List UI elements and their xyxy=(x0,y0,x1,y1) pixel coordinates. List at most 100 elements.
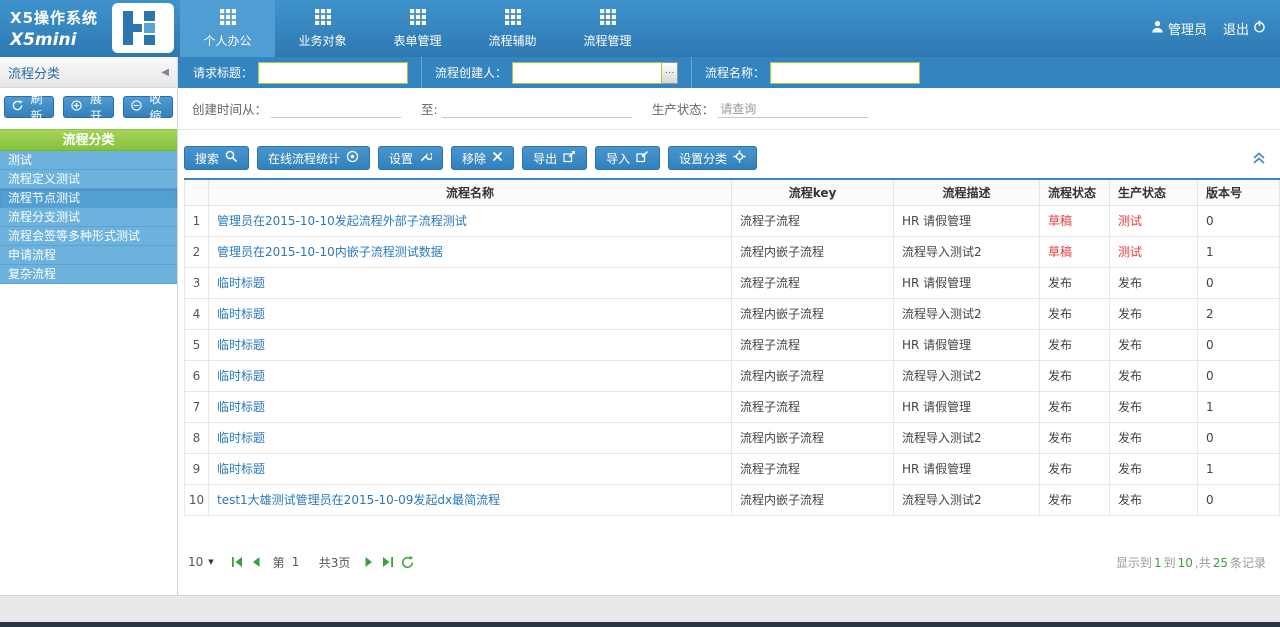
refresh-button[interactable]: 刷新 xyxy=(4,96,54,118)
search-icon xyxy=(225,150,238,166)
table-row[interactable]: 8 临时标题 流程内嵌子流程 流程导入测试2 发布 发布 xyxy=(185,422,1280,453)
logout-button[interactable]: 退出 xyxy=(1223,19,1266,38)
cell-status: 发布 xyxy=(1040,360,1110,391)
circle-plus-icon xyxy=(71,100,82,114)
collapse-button[interactable]: 收缩 xyxy=(123,96,173,118)
creator-input[interactable] xyxy=(512,62,662,84)
creator-picker-button[interactable]: ··· xyxy=(662,62,678,84)
column-header-key: 流程key xyxy=(732,179,894,205)
flow-link[interactable]: 临时标题 xyxy=(217,307,265,321)
records-summary: 显示到1到10,共25条记录 xyxy=(1116,554,1266,571)
collapse-label: 收缩 xyxy=(146,90,165,124)
nav-tab[interactable]: 个人办公 xyxy=(180,0,275,57)
table-row[interactable]: 3 临时标题 流程子流程 HR 请假管理 发布 发布 xyxy=(185,267,1280,298)
main-nav: 个人办公 业务对象 xyxy=(180,0,655,57)
category-item[interactable]: 流程定义测试 xyxy=(0,170,177,189)
cell-prod: 发布 xyxy=(1110,298,1198,329)
panel-collapse-icon[interactable] xyxy=(1252,152,1266,165)
request-title-input[interactable] xyxy=(258,62,408,84)
table-row[interactable]: 4 临时标题 流程内嵌子流程 流程导入测试2 发布 发布 xyxy=(185,298,1280,329)
category-item[interactable]: 流程会签等多种形式测试 xyxy=(0,227,177,246)
first-page-button[interactable] xyxy=(231,556,243,568)
flow-name-group: 流程名称： xyxy=(692,57,933,88)
cell-key: 流程子流程 xyxy=(732,205,894,236)
category-item[interactable]: 复杂流程 xyxy=(0,265,177,284)
table-row[interactable]: 9 临时标题 流程子流程 HR 请假管理 发布 发布 xyxy=(185,453,1280,484)
category-item[interactable]: 流程节点测试 xyxy=(0,189,177,208)
flow-link[interactable]: 临时标题 xyxy=(217,400,265,414)
grid-icon xyxy=(220,9,236,28)
created-to-input[interactable] xyxy=(442,100,632,118)
settings-label: 设置 xyxy=(389,150,413,167)
flow-link[interactable]: 临时标题 xyxy=(217,369,265,383)
cell-status: 发布 xyxy=(1040,484,1110,515)
flow-link[interactable]: 临时标题 xyxy=(217,431,265,445)
remove-button[interactable]: 移除 xyxy=(451,146,514,170)
flow-link[interactable]: test1大雄测试管理员在2015-10-09发起dx最简流程 xyxy=(217,493,500,507)
export-button[interactable]: 导出 xyxy=(522,146,587,170)
table-row[interactable]: 7 临时标题 流程子流程 HR 请假管理 发布 发布 xyxy=(185,391,1280,422)
prod-status-input[interactable] xyxy=(718,100,868,118)
category-item[interactable]: 申请流程 xyxy=(0,246,177,265)
cell-status: 发布 xyxy=(1040,298,1110,329)
status-badge: 发布 xyxy=(1048,369,1072,383)
cell-key: 流程内嵌子流程 xyxy=(732,484,894,515)
import-button[interactable]: 导入 xyxy=(595,146,660,170)
category-item[interactable]: 流程分支测试 xyxy=(0,208,177,227)
cell-name: 临时标题 xyxy=(209,391,732,422)
sidebar: 流程分类 ◀ 刷新 xyxy=(0,57,178,595)
row-index: 8 xyxy=(185,422,209,453)
page-size-select[interactable]: 10 ▼ xyxy=(188,555,214,569)
cell-version: 0 xyxy=(1198,267,1280,298)
prev-page-button[interactable] xyxy=(250,556,262,568)
status-badge: 草稿 xyxy=(1048,245,1072,259)
row-index: 10 xyxy=(185,484,209,515)
nav-tab[interactable]: 流程辅助 xyxy=(465,0,560,57)
row-index: 4 xyxy=(185,298,209,329)
settings-button[interactable]: 设置 xyxy=(378,146,443,170)
page-number-input[interactable]: 1 xyxy=(292,555,312,569)
nav-tab[interactable]: 表单管理 xyxy=(370,0,465,57)
table-row[interactable]: 2 管理员在2015-10-10内嵌子流程测试数据 流程内嵌子流程 流程导入测试… xyxy=(185,236,1280,267)
filter-row: 创建时间从： 至: 生产状态： xyxy=(178,88,1280,130)
export-icon xyxy=(563,150,576,166)
table-header-row: 流程名称 流程key 流程描述 流程状态 生产状态 版本号 xyxy=(185,179,1280,205)
flow-link[interactable]: 管理员在2015-10-10内嵌子流程测试数据 xyxy=(217,245,443,259)
toolbar: 搜索 在线流程统计 设置 xyxy=(178,130,1280,170)
next-page-button[interactable] xyxy=(363,556,375,568)
cell-key: 流程子流程 xyxy=(732,329,894,360)
cell-prod: 发布 xyxy=(1110,267,1198,298)
flow-link[interactable]: 临时标题 xyxy=(217,462,265,476)
search-button[interactable]: 搜索 xyxy=(184,146,249,170)
last-page-button[interactable] xyxy=(382,556,394,568)
cell-version: 0 xyxy=(1198,360,1280,391)
cell-version: 0 xyxy=(1198,329,1280,360)
sidebar-collapse-icon[interactable]: ◀ xyxy=(161,67,169,78)
flow-link[interactable]: 临时标题 xyxy=(217,276,265,290)
cell-status: 发布 xyxy=(1040,267,1110,298)
set-category-button[interactable]: 设置分类 xyxy=(668,146,757,170)
table-row[interactable]: 10 test1大雄测试管理员在2015-10-09发起dx最简流程 流程内嵌子… xyxy=(185,484,1280,515)
category-item[interactable]: 测试 xyxy=(0,151,177,170)
table-row[interactable]: 1 管理员在2015-10-10发起流程外部子流程测试 流程子流程 HR 请假管… xyxy=(185,205,1280,236)
logout-label: 退出 xyxy=(1223,19,1249,38)
prod-status-badge: 发布 xyxy=(1118,307,1142,321)
cell-key: 流程子流程 xyxy=(732,267,894,298)
online-stats-button[interactable]: 在线流程统计 xyxy=(257,146,370,170)
cell-desc: HR 请假管理 xyxy=(894,391,1040,422)
to-label: 至: xyxy=(421,99,438,118)
chevron-down-icon: ▼ xyxy=(208,558,213,566)
expand-button[interactable]: 展开 xyxy=(63,96,113,118)
table-row[interactable]: 6 临时标题 流程内嵌子流程 流程导入测试2 发布 发布 xyxy=(185,360,1280,391)
flow-link[interactable]: 管理员在2015-10-10发起流程外部子流程测试 xyxy=(217,214,467,228)
reload-icon[interactable] xyxy=(401,556,414,569)
table-row[interactable]: 5 临时标题 流程子流程 HR 请假管理 发布 发布 xyxy=(185,329,1280,360)
flow-name-input[interactable] xyxy=(770,62,920,84)
nav-tab[interactable]: 业务对象 xyxy=(275,0,370,57)
flow-link[interactable]: 临时标题 xyxy=(217,338,265,352)
created-from-input[interactable] xyxy=(271,100,401,118)
user-menu[interactable]: 管理员 xyxy=(1151,19,1207,38)
cell-desc: 流程导入测试2 xyxy=(894,360,1040,391)
nav-tab[interactable]: 流程管理 xyxy=(560,0,655,57)
cell-key: 流程内嵌子流程 xyxy=(732,298,894,329)
